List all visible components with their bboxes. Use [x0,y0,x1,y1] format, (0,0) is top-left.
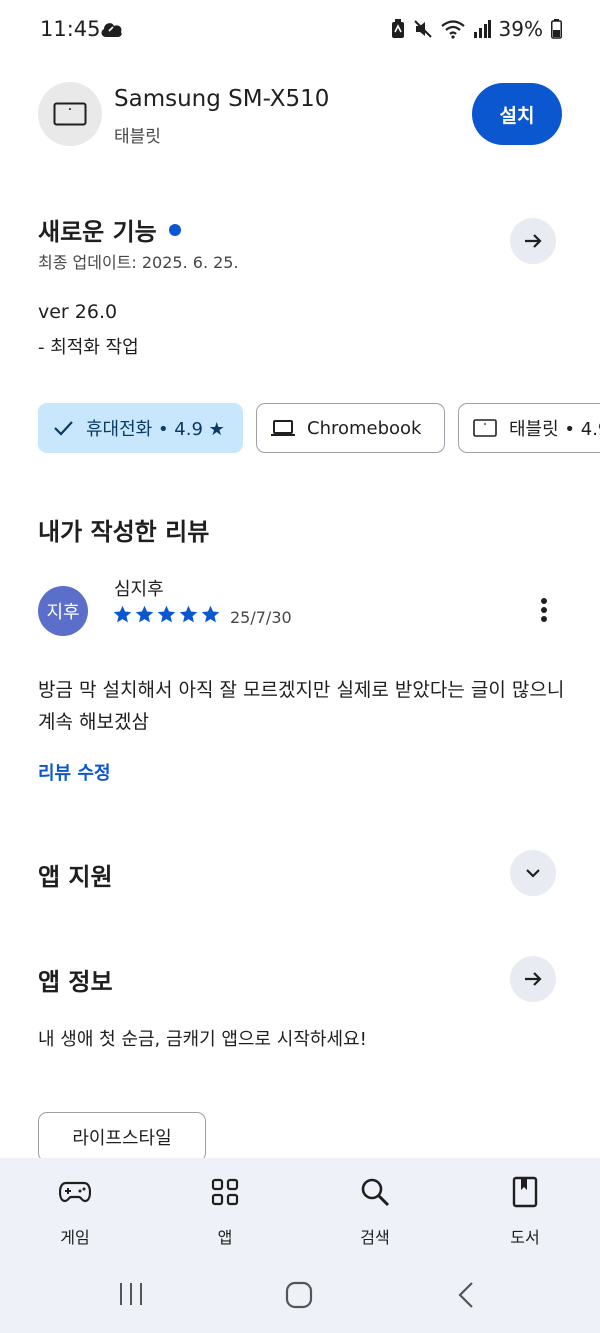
home-icon[interactable] [285,1281,313,1313]
back-icon[interactable] [456,1281,476,1313]
app-support-title: 앱 지원 [38,863,113,891]
my-review-title: 내가 작성한 리뷰 [38,518,210,546]
chip-phone[interactable]: 휴대전화 • 4.9 ★ [38,403,243,453]
status-bar: 11:45 39% [0,0,600,60]
tablet-icon [473,419,497,437]
rating-stars [112,604,221,625]
wifi-icon [440,19,465,39]
device-row: Samsung SM-X510 태블릿 설치 [38,82,562,147]
arrow-right-icon [525,234,542,248]
battery-icon [551,19,562,39]
star-icon [201,605,220,623]
chip-tablet-label: 태블릿 • 4.9 [509,419,600,440]
apps-grid-icon [211,1176,239,1208]
last-updated-date: 최종 업데이트: 2025. 6. 25. [38,253,239,272]
device-filter-chips: 휴대전화 • 4.9 ★ Chromebook 태블릿 • 4.9 [38,403,600,453]
star-icon [179,605,198,623]
laptop-icon [271,418,295,438]
avatar: 지후 [38,586,88,636]
nav-label-search: 검색 [360,1228,390,1247]
nav-label-apps: 앱 [217,1228,233,1247]
whats-new-heading: 새로운 기능 [38,212,181,247]
nav-item-books[interactable]: 도서 [475,1158,575,1255]
star-icon [157,605,176,623]
signal-icon [473,20,491,38]
whats-new-title: 새로운 기능 [38,218,157,246]
category-chip[interactable]: 라이프스타일 [38,1112,206,1162]
check-icon [52,417,74,439]
tablet-icon [38,82,102,146]
review-date: 25/7/30 [230,608,292,627]
nav-label-games: 게임 [60,1228,90,1247]
more-options-icon[interactable] [532,594,556,626]
search-icon [360,1176,390,1208]
status-time: 11:45 [40,17,101,41]
review-text: 방금 막 설치해서 아직 잘 모르겠지만 실제로 받았다는 글이 많으니 계속 … [38,679,565,733]
version-note: - 최적화 작업 [38,337,139,358]
weather-cloud-icon [100,20,124,42]
new-indicator-dot [168,223,181,236]
chip-chromebook-label: Chromebook [307,417,422,439]
chip-phone-label: 휴대전화 • 4.9 ★ [86,419,225,440]
app-info-title: 앱 정보 [38,968,113,996]
gamepad-icon [59,1176,91,1208]
install-button[interactable]: 설치 [472,83,562,145]
nav-label-books: 도서 [510,1228,540,1247]
app-info-arrow-button[interactable] [510,956,556,1002]
book-icon [512,1176,538,1208]
whats-new-arrow-button[interactable] [510,218,556,264]
nav-item-apps[interactable]: 앱 [175,1158,275,1255]
mute-icon [413,19,433,39]
edit-review-link[interactable]: 리뷰 수정 [38,759,111,785]
app-info-description: 내 생애 첫 순금, 금캐기 앱으로 시작하세요! [38,1029,367,1050]
recent-apps-icon[interactable] [118,1281,144,1311]
battery-saver-icon [391,19,405,39]
battery-percent: 39% [498,17,543,41]
system-navigation-bar [0,1255,600,1333]
chevron-down-icon [526,869,540,878]
reviewer-name: 심지후 [114,579,164,600]
chip-tablet[interactable]: 태블릿 • 4.9 [458,403,600,453]
device-type: 태블릿 [114,127,161,147]
nav-item-search[interactable]: 검색 [325,1158,425,1255]
app-support-expand-button[interactable] [510,850,556,896]
star-icon [113,605,132,623]
nav-item-games[interactable]: 게임 [25,1158,125,1255]
star-icon [135,605,154,623]
device-name: Samsung SM-X510 [114,86,330,112]
bottom-navigation: 게임 앱 검색 도서 [0,1158,600,1255]
version-text: ver 26.0 [38,301,118,323]
status-icons: 39% [391,17,562,41]
arrow-right-icon [525,972,542,986]
chip-chromebook[interactable]: Chromebook [256,403,445,453]
